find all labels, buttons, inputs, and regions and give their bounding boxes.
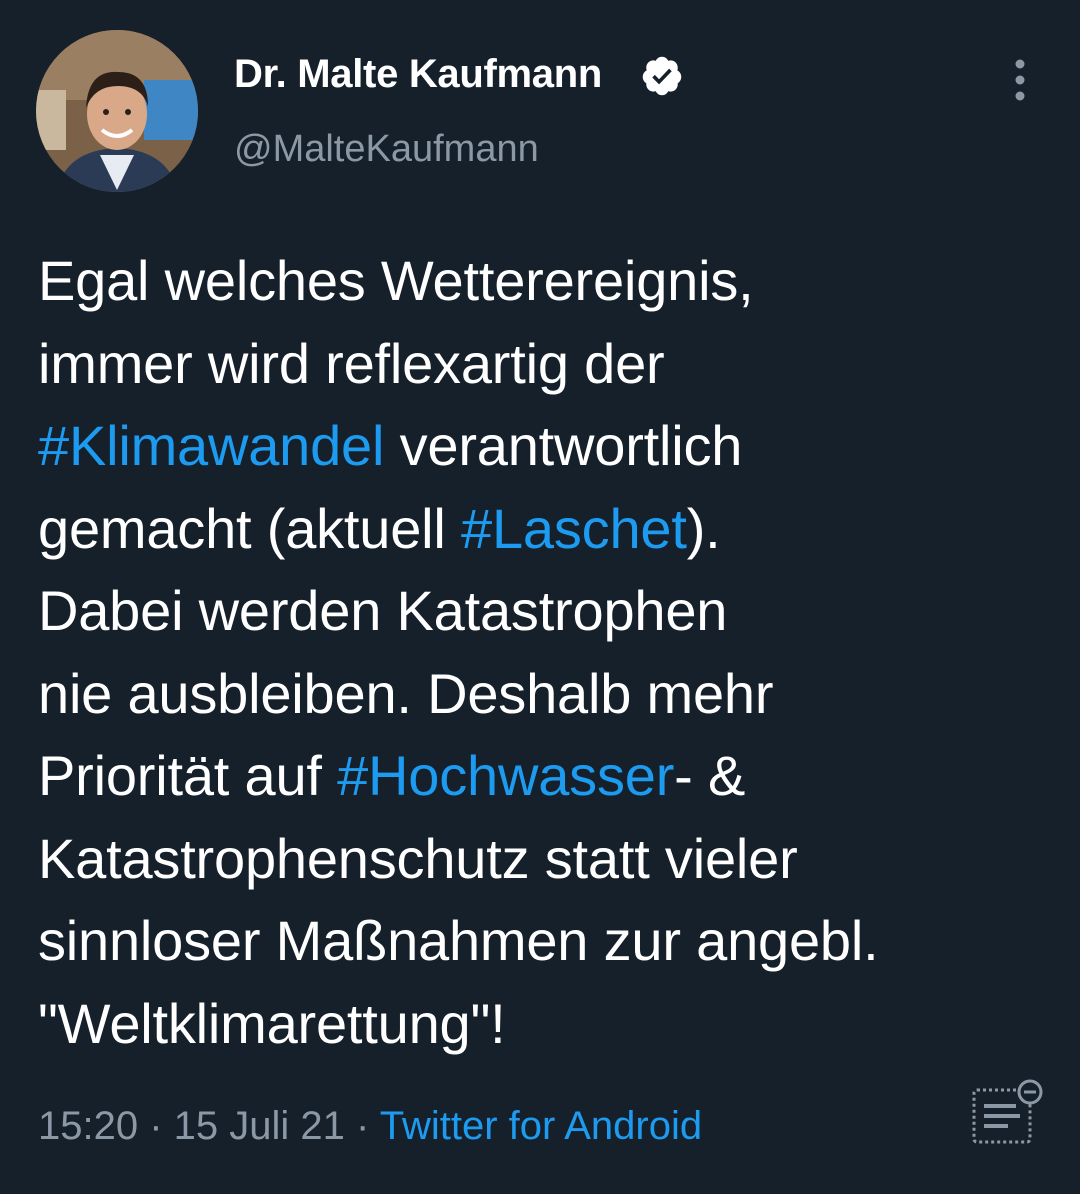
tweet-text-line: "Weltklimarettung"! xyxy=(38,983,1048,1066)
meta-separator: · xyxy=(344,1104,380,1148)
tweet-card: Dr. Malte Kaufmann @MalteKaufmann Egal w… xyxy=(0,0,1080,1194)
tweet-text-line: Priorität auf #Hochwasser- & xyxy=(38,735,1048,818)
tweet-date: 15 Juli 21 xyxy=(173,1104,345,1148)
hashtag-link[interactable]: #Klimawandel xyxy=(38,414,384,477)
tweet-meta: 15:20 · 15 Juli 21 · Twitter for Android xyxy=(38,1104,702,1149)
reader-mode-icon[interactable] xyxy=(968,1078,1044,1148)
tweet-text-segment: Egal welches Wetterereignis, xyxy=(38,249,754,312)
hashtag-link[interactable]: #Laschet xyxy=(461,497,687,560)
tweet-text-segment: - & xyxy=(674,744,746,807)
tweet-text-segment: Dabei werden Katastrophen xyxy=(38,579,728,642)
more-options-icon[interactable] xyxy=(1004,56,1036,104)
tweet-text: Egal welches Wetterereignis, immer wird r… xyxy=(38,240,1048,1065)
tweet-text-line: nie ausbleiben. Deshalb mehr xyxy=(38,653,1048,736)
tweet-text-line: gemacht (aktuell #Laschet). xyxy=(38,488,1048,571)
tweet-text-line: Katastrophenschutz statt vieler xyxy=(38,818,1048,901)
author-name[interactable]: Dr. Malte Kaufmann xyxy=(234,52,602,97)
tweet-text-segment: verantwortlich xyxy=(384,414,743,477)
tweet-text-segment: ). xyxy=(686,496,721,560)
tweet-text-line: Egal welches Wetterereignis, xyxy=(38,240,1048,323)
meta-separator: · xyxy=(138,1104,174,1148)
avatar[interactable] xyxy=(36,30,198,192)
tweet-text-segment: "Weltklimarettung"! xyxy=(38,991,506,1055)
tweet-text-segment: sinnloser Maßnahmen zur angebl. xyxy=(38,909,879,972)
verified-badge-icon xyxy=(642,56,682,96)
tweet-text-segment: immer wird reflexartig der xyxy=(38,331,665,395)
tweet-text-segment: Katastrophenschutz statt vieler xyxy=(38,826,798,890)
tweet-time: 15:20 xyxy=(38,1104,139,1148)
tweet-text-segment: nie ausbleiben. Deshalb mehr xyxy=(38,661,774,725)
tweet-text-segment: gemacht (aktuell xyxy=(38,496,462,560)
author-handle[interactable]: @MalteKaufmann xyxy=(234,128,539,171)
tweet-text-segment: Priorität auf xyxy=(38,744,338,807)
tweet-text-line: #Klimawandel verantwortlich xyxy=(38,405,1048,488)
tweet-text-line: Dabei werden Katastrophen xyxy=(38,570,1048,653)
hashtag-link[interactable]: #Hochwasser xyxy=(337,744,674,807)
tweet-source-link[interactable]: Twitter for Android xyxy=(380,1104,702,1148)
tweet-text-line: sinnloser Maßnahmen zur angebl. xyxy=(38,900,1048,983)
tweet-text-line: immer wird reflexartig der xyxy=(38,323,1048,406)
